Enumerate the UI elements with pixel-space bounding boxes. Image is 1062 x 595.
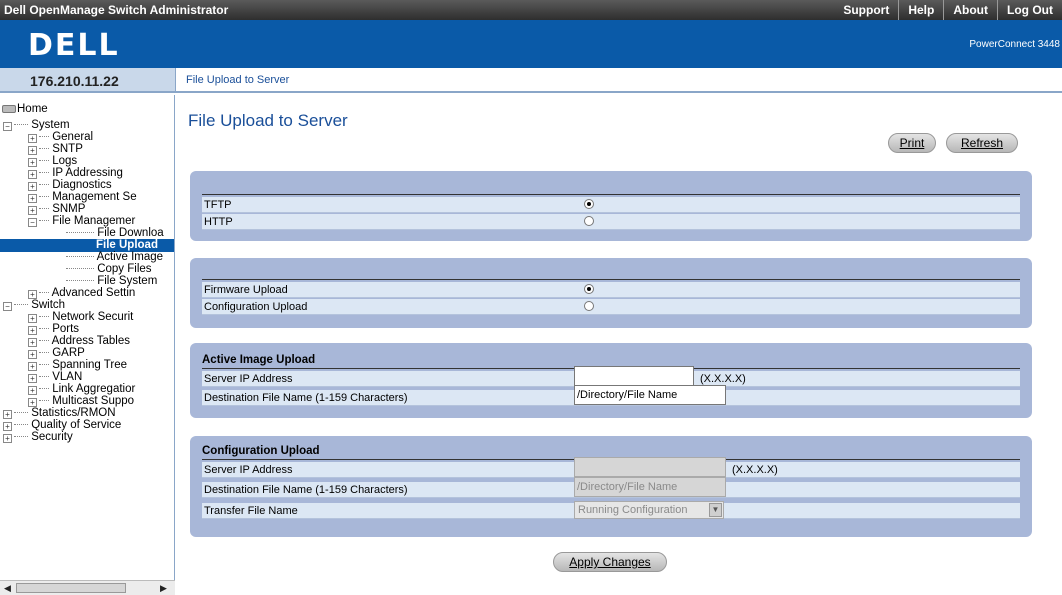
top-bar: Dell OpenManage Switch Administrator Sup… [0,0,1062,20]
nav-tree: Home − System + General + SNTP + Logs + … [0,95,175,595]
configuration-upload-radio[interactable] [584,301,594,311]
collapse-icon[interactable]: − [3,302,12,311]
active-server-ip-input[interactable] [574,366,694,386]
config-ip-format-hint: (X.X.X.X) [732,464,778,476]
expand-icon[interactable]: + [28,338,37,347]
config-destination-input: /Directory/File Name [574,477,726,497]
expand-icon[interactable]: + [3,422,12,431]
top-nav: Support Help About Log Out [834,0,1062,20]
about-link[interactable]: About [943,0,997,20]
tftp-radio[interactable] [584,199,594,209]
scroll-thumb[interactable] [16,583,126,593]
print-button[interactable]: Print [888,133,936,153]
expand-icon[interactable]: + [28,134,37,143]
expand-icon[interactable]: + [28,374,37,383]
collapse-icon[interactable]: − [28,218,37,227]
active-destination-row: Destination File Name (1-159 Characters)… [202,385,1020,406]
http-radio[interactable] [584,216,594,226]
transfer-file-select: Running Configuration ▼ [574,501,724,519]
refresh-button[interactable]: Refresh [946,133,1018,153]
main-content: File Upload to Server Print Refresh TFTP… [176,95,1062,595]
scroll-right-icon[interactable]: ▶ [160,583,167,594]
logout-link[interactable]: Log Out [997,0,1062,20]
upload-type-panel: Firmware Upload Configuration Upload [190,258,1032,328]
active-image-upload-title: Active Image Upload [202,354,316,366]
config-server-ip-input [574,457,726,477]
folder-icon [2,104,16,113]
expand-icon[interactable]: + [28,206,37,215]
firmware-upload-radio[interactable] [584,284,594,294]
tree-item-home[interactable]: Home [2,103,48,116]
expand-icon[interactable]: + [28,386,37,395]
scroll-left-icon[interactable]: ◀ [4,583,11,594]
collapse-icon[interactable]: − [3,122,12,131]
active-image-upload-panel: Active Image Upload Server IP Address (X… [190,343,1032,418]
expand-icon[interactable]: + [28,326,37,335]
active-destination-input[interactable]: /Directory/File Name [574,385,726,405]
transfer-file-row: Transfer File Name Running Configuration… [202,501,1020,519]
expand-icon[interactable]: + [28,194,37,203]
active-ip-format-hint: (X.X.X.X) [700,373,746,385]
expand-icon[interactable]: + [28,290,37,299]
expand-icon[interactable]: + [3,434,12,443]
expand-icon[interactable]: + [28,362,37,371]
expand-icon[interactable]: + [3,410,12,419]
expand-icon[interactable]: + [28,350,37,359]
chevron-down-icon: ▼ [709,503,722,517]
support-link[interactable]: Support [834,0,898,20]
protocol-tftp-row: TFTP [202,197,1020,213]
expand-icon[interactable]: + [28,398,37,407]
tree-item-security[interactable]: Security [14,431,73,444]
configuration-upload-panel: Configuration Upload Server IP Address (… [190,436,1032,537]
expand-icon[interactable]: + [28,158,37,167]
protocol-panel: TFTP HTTP [190,171,1032,241]
protocol-http-row: HTTP [202,214,1020,230]
expand-icon[interactable]: + [28,146,37,155]
breadcrumb: File Upload to Server [175,68,1062,93]
device-ip: 176.210.11.22 [0,68,175,93]
configuration-upload-title: Configuration Upload [202,445,320,457]
product-name: PowerConnect 3448 [969,39,1060,50]
help-link[interactable]: Help [898,0,943,20]
expand-icon[interactable]: + [28,314,37,323]
dell-logo: DELL [28,28,120,63]
banner: DELL PowerConnect 3448 [0,20,1062,68]
apply-changes-button[interactable]: Apply Changes [553,552,667,572]
tree-horizontal-scrollbar[interactable]: ◀ ▶ [0,580,175,595]
config-destination-row: Destination File Name (1-159 Characters)… [202,477,1020,498]
firmware-upload-row: Firmware Upload [202,282,1020,298]
expand-icon[interactable]: + [28,170,37,179]
configuration-upload-row: Configuration Upload [202,299,1020,315]
config-server-ip-row: Server IP Address (X.X.X.X) [202,457,1020,478]
page-title: File Upload to Server [188,111,348,130]
expand-icon[interactable]: + [28,182,37,191]
app-title: Dell OpenManage Switch Administrator [4,3,229,17]
